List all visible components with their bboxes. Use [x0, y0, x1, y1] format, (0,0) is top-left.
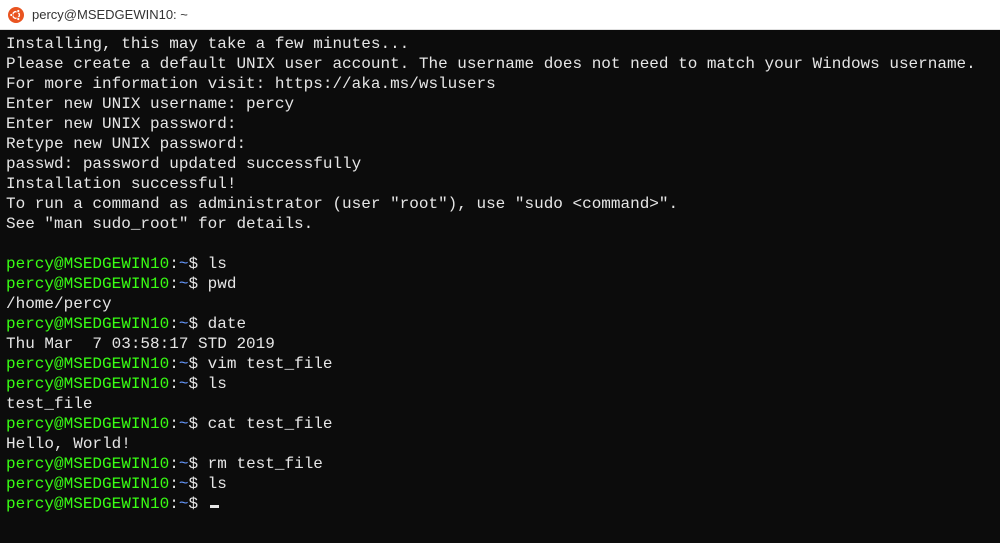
prompt-line: percy@MSEDGEWIN10:~$ rm test_file	[6, 454, 994, 474]
prompt-line: percy@MSEDGEWIN10:~$ cat test_file	[6, 414, 994, 434]
prompt-path: ~	[179, 275, 189, 293]
terminal-output: Thu Mar 7 03:58:17 STD 2019	[6, 334, 994, 354]
prompt-symbol: $	[188, 375, 198, 393]
prompt-line: percy@MSEDGEWIN10:~$ vim test_file	[6, 354, 994, 374]
terminal-output: Hello, World!	[6, 434, 994, 454]
prompt-line: percy@MSEDGEWIN10:~$ ls	[6, 474, 994, 494]
prompt-path: ~	[179, 475, 189, 493]
command-text: pwd	[208, 275, 237, 293]
terminal-output: Installation successful!	[6, 174, 994, 194]
prompt-line: percy@MSEDGEWIN10:~$ ls	[6, 254, 994, 274]
terminal-output: Installing, this may take a few minutes.…	[6, 34, 994, 54]
terminal-output: /home/percy	[6, 294, 994, 314]
terminal-output: See "man sudo_root" for details.	[6, 214, 994, 234]
prompt-symbol: $	[188, 495, 198, 513]
command-text: date	[208, 315, 246, 333]
prompt-symbol: $	[188, 455, 198, 473]
prompt-path: ~	[179, 375, 189, 393]
terminal-output: Enter new UNIX username: percy	[6, 94, 994, 114]
command-text: cat test_file	[208, 415, 333, 433]
prompt-line: percy@MSEDGEWIN10:~$ ls	[6, 374, 994, 394]
terminal-body[interactable]: Installing, this may take a few minutes.…	[0, 30, 1000, 543]
prompt-symbol: $	[188, 255, 198, 273]
prompt-userhost: percy@MSEDGEWIN10	[6, 415, 169, 433]
window-titlebar: percy@MSEDGEWIN10: ~	[0, 0, 1000, 30]
prompt-userhost: percy@MSEDGEWIN10	[6, 375, 169, 393]
command-text: ls	[208, 375, 227, 393]
prompt-line: percy@MSEDGEWIN10:~$ date	[6, 314, 994, 334]
prompt-userhost: percy@MSEDGEWIN10	[6, 315, 169, 333]
prompt-userhost: percy@MSEDGEWIN10	[6, 255, 169, 273]
prompt-userhost: percy@MSEDGEWIN10	[6, 355, 169, 373]
prompt-path: ~	[179, 355, 189, 373]
prompt-userhost: percy@MSEDGEWIN10	[6, 455, 169, 473]
ubuntu-icon	[8, 7, 24, 23]
prompt-path: ~	[179, 315, 189, 333]
command-text: ls	[208, 475, 227, 493]
command-text: vim test_file	[208, 355, 333, 373]
prompt-userhost: percy@MSEDGEWIN10	[6, 495, 169, 513]
terminal-output: passwd: password updated successfully	[6, 154, 994, 174]
terminal-blank	[6, 234, 994, 254]
prompt-userhost: percy@MSEDGEWIN10	[6, 475, 169, 493]
window-title: percy@MSEDGEWIN10: ~	[32, 7, 188, 22]
prompt-symbol: $	[188, 355, 198, 373]
prompt-path: ~	[179, 255, 189, 273]
prompt-line-active[interactable]: percy@MSEDGEWIN10:~$	[6, 494, 994, 514]
terminal-output: Please create a default UNIX user accoun…	[6, 54, 994, 74]
prompt-symbol: $	[188, 415, 198, 433]
prompt-path: ~	[179, 415, 189, 433]
terminal-output: To run a command as administrator (user …	[6, 194, 994, 214]
prompt-path: ~	[179, 495, 189, 513]
prompt-path: ~	[179, 455, 189, 473]
prompt-line: percy@MSEDGEWIN10:~$ pwd	[6, 274, 994, 294]
prompt-userhost: percy@MSEDGEWIN10	[6, 275, 169, 293]
prompt-symbol: $	[188, 475, 198, 493]
command-text: ls	[208, 255, 227, 273]
command-text: rm test_file	[208, 455, 323, 473]
cursor-icon	[210, 505, 219, 508]
prompt-symbol: $	[188, 275, 198, 293]
terminal-output: test_file	[6, 394, 994, 414]
terminal-output: For more information visit: https://aka.…	[6, 74, 994, 94]
prompt-symbol: $	[188, 315, 198, 333]
terminal-output: Enter new UNIX password:	[6, 114, 994, 134]
terminal-output: Retype new UNIX password:	[6, 134, 994, 154]
